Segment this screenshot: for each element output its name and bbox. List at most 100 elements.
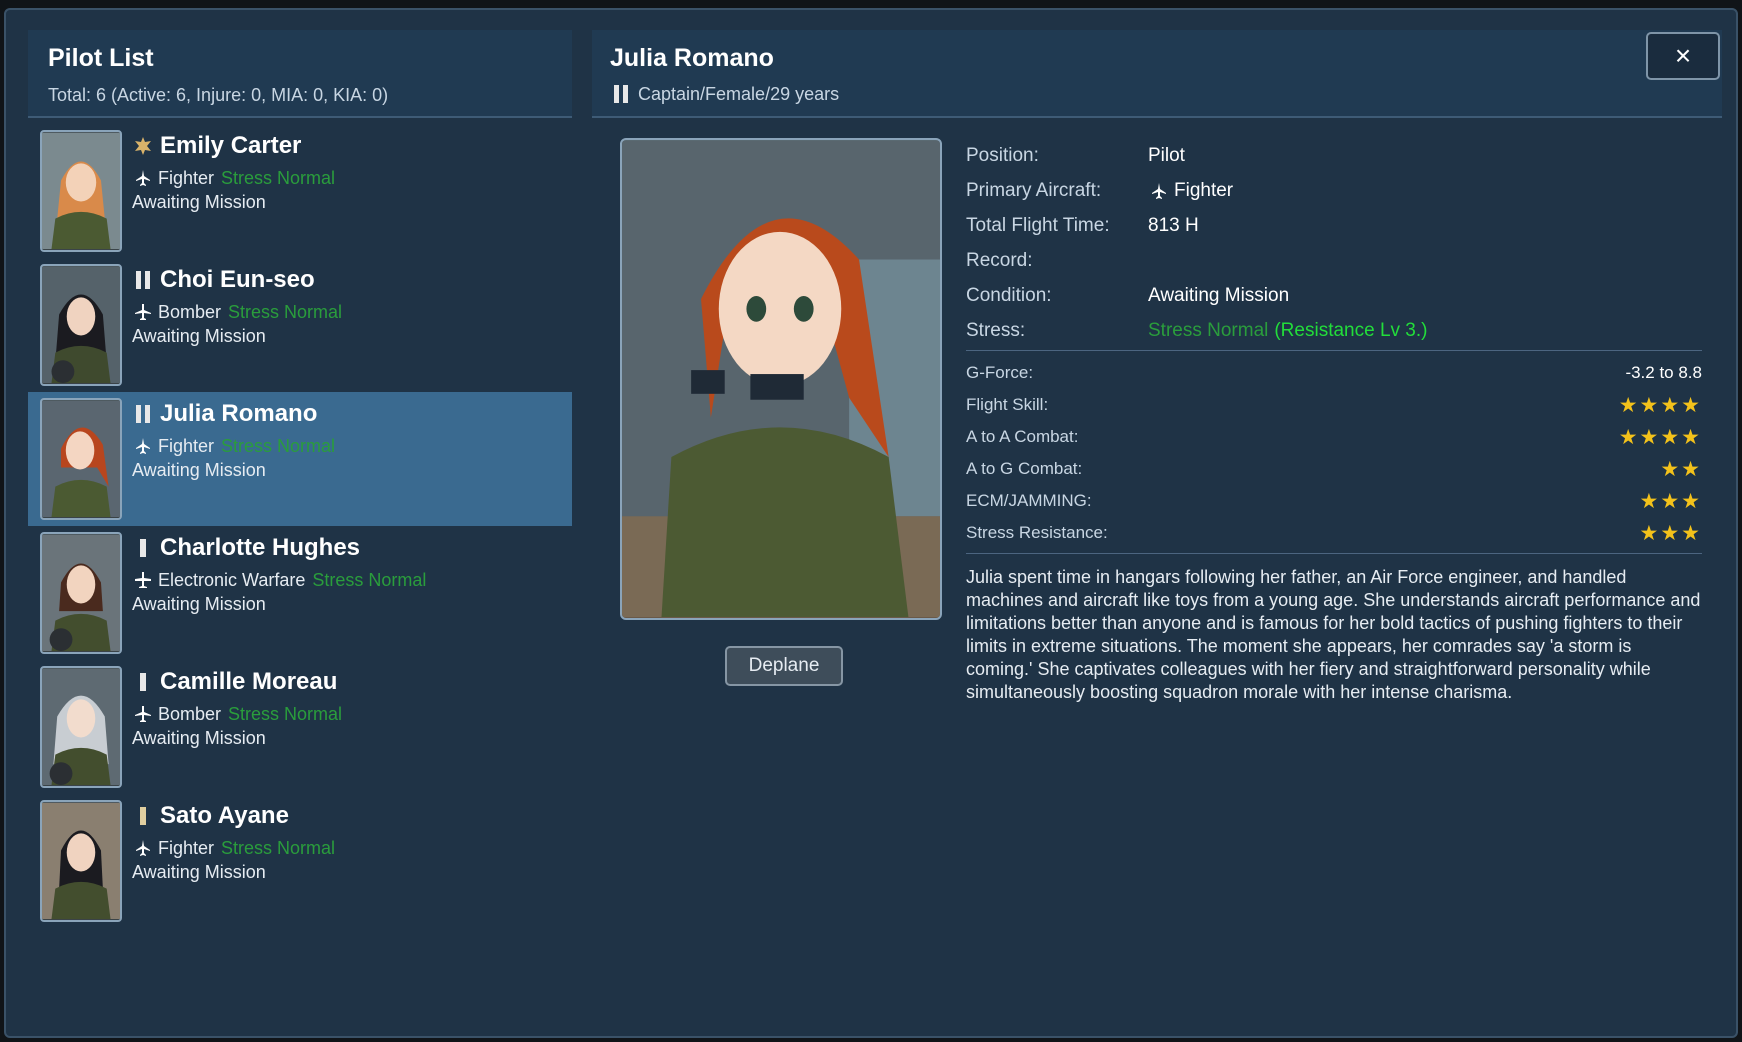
pilot-name: Camille Moreau: [160, 668, 338, 695]
pilot-summary: Total: 6 (Active: 6, Injure: 0, MIA: 0, …: [48, 85, 389, 105]
bomber-plane-icon: [135, 706, 151, 722]
attr-row-ecm: ECM/JAMMING: ★★★: [966, 485, 1702, 517]
star-rating: ★★: [1660, 457, 1702, 481]
pilot-name: Julia Romano: [160, 400, 318, 427]
pilot-status: Awaiting Mission: [132, 460, 266, 480]
stress-value: Stress Normal: [1148, 319, 1269, 341]
stat-value: Fighter: [1174, 179, 1234, 201]
attr-label: ECM/JAMMING:: [966, 491, 1092, 510]
pilot-row[interactable]: Charlotte Hughes Electronic Warfare Stre…: [28, 526, 572, 660]
pilot-type: Fighter: [158, 167, 215, 188]
captain-bars-rank-icon: [132, 269, 154, 291]
attr-label: Stress Resistance:: [966, 523, 1108, 542]
pilot-type: Bomber: [158, 703, 222, 724]
attr-row-flight-skill: Flight Skill: ★★★★: [966, 389, 1702, 421]
pilot-portrait: [40, 800, 122, 922]
stat-value: Pilot: [1148, 144, 1185, 166]
attr-row-a2a: A to A Combat: ★★★★: [966, 421, 1702, 453]
gold-leaf-rank-icon: [132, 135, 154, 157]
detail-subtitle: Captain/Female/29 years: [638, 83, 840, 104]
attr-row-a2g: A to G Combat: ★★: [966, 453, 1702, 485]
pilot-list-title: Pilot List: [48, 44, 154, 72]
pilot-window: Pilot List Total: 6 (Active: 6, Injure: …: [4, 8, 1738, 1038]
deplane-button[interactable]: Deplane: [725, 646, 843, 686]
stat-row-stress: Stress: Stress Normal (Resistance Lv 3.): [966, 313, 1702, 348]
pilot-row[interactable]: Choi Eun-seo Bomber Stress Normal Awaiti…: [28, 258, 572, 392]
detail-header: Julia Romano Captain/Female/29 years ×: [592, 30, 1722, 118]
stat-row-flight-time: Total Flight Time: 813 H: [966, 208, 1702, 243]
stat-row-record: Record:: [966, 243, 1702, 278]
stat-row-position: Position: Pilot: [966, 138, 1702, 173]
pilot-stress: Stress Normal: [221, 837, 336, 858]
pilot-type: Electronic Warfare: [158, 569, 306, 590]
pilot-name: Emily Carter: [160, 132, 302, 159]
pilot-name: Charlotte Hughes: [160, 534, 361, 561]
stat-label: Record:: [966, 249, 1033, 271]
captain-bars-rank-icon: [132, 403, 154, 425]
attr-label: Flight Skill:: [966, 395, 1049, 414]
stress-resistance-level: (Resistance Lv 3.): [1274, 319, 1428, 341]
pilot-stress: Stress Normal: [221, 435, 336, 456]
fighter-plane-icon: [136, 438, 150, 454]
pilot-stress: Stress Normal: [221, 167, 336, 188]
detail-portrait: [620, 138, 942, 620]
pilot-portrait: [40, 666, 122, 788]
stat-label: Condition:: [966, 284, 1052, 306]
pilot-status: Awaiting Mission: [132, 728, 266, 748]
lieutenant-bar-rank-icon: [132, 671, 154, 693]
pilot-list-panel: Pilot List Total: 6 (Active: 6, Injure: …: [28, 30, 572, 930]
divider: [966, 350, 1702, 351]
ew-plane-icon: [135, 572, 151, 588]
pilot-biography: Julia spent time in hangars following he…: [966, 567, 1701, 702]
pilot-portrait: [40, 264, 122, 386]
star-rating: ★★★★: [1618, 393, 1702, 417]
star-rating: ★★★: [1639, 489, 1702, 513]
stat-value: 813 H: [1148, 214, 1199, 236]
detail-pilot-name: Julia Romano: [610, 44, 774, 72]
pilot-type: Fighter: [158, 837, 215, 858]
stat-label: Primary Aircraft:: [966, 179, 1102, 201]
bomber-plane-icon: [135, 304, 151, 320]
star-rating: ★★★★: [1618, 425, 1702, 449]
attr-label: A to G Combat:: [966, 459, 1083, 478]
pilot-name: Choi Eun-seo: [160, 266, 315, 293]
pilot-name: Sato Ayane: [160, 802, 289, 829]
pilot-status: Awaiting Mission: [132, 594, 266, 614]
pilot-status: Awaiting Mission: [132, 862, 266, 882]
pilot-list: Emily Carter Fighter Stress Normal Await…: [28, 124, 572, 928]
pilot-portrait: [40, 532, 122, 654]
stat-label: Total Flight Time:: [966, 214, 1110, 236]
pilot-row-selected[interactable]: Julia Romano Fighter Stress Normal Await…: [28, 392, 572, 526]
captain-bars-rank-icon: [610, 83, 632, 105]
pilot-detail-panel: Julia Romano Captain/Female/29 years × D…: [592, 30, 1722, 930]
stat-label: Stress:: [966, 319, 1026, 341]
pilot-status: Awaiting Mission: [132, 326, 266, 346]
pilot-stress: Stress Normal: [228, 301, 343, 322]
close-button[interactable]: ×: [1646, 32, 1720, 80]
attr-row-stress-resistance: Stress Resistance: ★★★: [966, 517, 1702, 549]
attr-row-gforce: G-Force: -3.2 to 8.8: [966, 357, 1702, 389]
pilot-type: Fighter: [158, 435, 215, 456]
pilot-row[interactable]: Emily Carter Fighter Stress Normal Await…: [28, 124, 572, 258]
fighter-plane-icon: [136, 170, 150, 186]
pilot-portrait: [40, 130, 122, 252]
pilot-list-header: Pilot List Total: 6 (Active: 6, Injure: …: [28, 30, 572, 118]
ensign-bar-rank-icon: [132, 805, 154, 827]
attr-label: A to A Combat:: [966, 427, 1079, 446]
star-rating: ★★★: [1639, 521, 1702, 545]
gforce-value: -3.2 to 8.8: [1625, 363, 1702, 382]
pilot-row[interactable]: Sato Ayane Fighter Stress Normal Awaitin…: [28, 794, 572, 928]
pilot-type: Bomber: [158, 301, 222, 322]
pilot-stress: Stress Normal: [228, 703, 343, 724]
pilot-status: Awaiting Mission: [132, 192, 266, 212]
stat-row-condition: Condition: Awaiting Mission: [966, 278, 1702, 313]
fighter-plane-icon: [136, 840, 150, 856]
attr-label: G-Force:: [966, 363, 1034, 382]
fighter-plane-icon: [1152, 182, 1166, 199]
pilot-row[interactable]: Camille Moreau Bomber Stress Normal Awai…: [28, 660, 572, 794]
pilot-stats: Position: Pilot Primary Aircraft: Fighte…: [966, 138, 1702, 704]
lieutenant-bar-rank-icon: [132, 537, 154, 559]
stat-row-primary-aircraft: Primary Aircraft: Fighter: [966, 173, 1702, 208]
stat-label: Position:: [966, 144, 1039, 166]
pilot-portrait: [40, 398, 122, 520]
